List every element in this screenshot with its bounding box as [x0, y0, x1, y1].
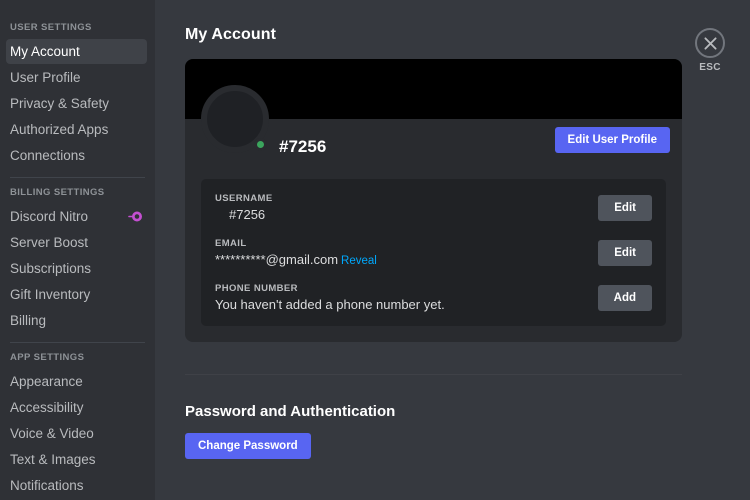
sidebar-item-label: Text & Images — [10, 451, 96, 467]
edit-username-button[interactable]: Edit — [598, 194, 652, 221]
sidebar-item-label: Accessibility — [10, 399, 84, 415]
sidebar-item-my-account[interactable]: My Account — [6, 39, 147, 64]
sidebar-item-label: Notifications — [10, 477, 84, 493]
page-title: My Account — [185, 26, 277, 43]
sidebar-divider — [10, 342, 145, 343]
sidebar-item-authorized-apps[interactable]: Authorized Apps — [6, 117, 147, 142]
close-icon[interactable] — [695, 28, 725, 58]
settings-main-content: My Account #7256 Edit User Profile USERN… — [155, 0, 750, 500]
sidebar-sections: USER SETTINGS My Account User Profile Priva… — [0, 22, 155, 498]
account-identity-row: #7256 Edit User Profile — [185, 85, 682, 175]
sidebar-item-appearance[interactable]: Appearance — [6, 369, 147, 394]
sidebar-item-privacy-safety[interactable]: Privacy & Safety — [6, 91, 147, 116]
add-phone-number-button[interactable]: Add — [597, 284, 652, 311]
sidebar-item-label: Server Boost — [10, 234, 89, 250]
account-field-value-wrap: You haven't added a phone number yet. — [215, 297, 445, 312]
account-field-value: You haven't added a phone number yet. — [215, 297, 445, 312]
sidebar-item-discord-nitro[interactable]: Discord Nitro — [6, 204, 147, 229]
account-field-info: PHONE NUMBER You haven't added a phone nu… — [215, 283, 445, 312]
account-field-row: EMAIL **********@gmail.com Reveal Edit — [215, 238, 652, 267]
account-field-label: USERNAME — [215, 193, 273, 204]
sidebar-item-label: Billing — [10, 312, 47, 328]
status-indicator-online — [254, 138, 267, 151]
nitro-wheel-icon — [127, 210, 143, 223]
sidebar-item-label: Authorized Apps — [10, 121, 109, 137]
account-fields-panel: USERNAME #7256 Edit EMAIL **********@gmail.c… — [201, 179, 666, 326]
sidebar-item-label: Gift Inventory — [10, 286, 91, 302]
sidebar-section-header: BILLING SETTINGS — [10, 187, 105, 198]
sidebar-item-server-boost[interactable]: Server Boost — [6, 230, 147, 255]
settings-window: USER SETTINGS My Account User Profile Priva… — [0, 0, 750, 500]
edit-email-button[interactable]: Edit — [598, 239, 652, 266]
sidebar-item-accessibility[interactable]: Accessibility — [6, 395, 147, 420]
sidebar-item-user-profile[interactable]: User Profile — [6, 65, 147, 90]
account-field-info: EMAIL **********@gmail.com Reveal — [215, 238, 377, 267]
sidebar-section-header: APP SETTINGS — [10, 352, 85, 363]
reveal-email-link[interactable]: Reveal — [341, 255, 377, 267]
sidebar-divider — [10, 177, 145, 178]
change-password-button[interactable]: Change Password — [185, 433, 311, 459]
sidebar-item-label: My Account — [10, 43, 80, 59]
sidebar-section-header: USER SETTINGS — [10, 22, 92, 33]
sidebar-item-gift-inventory[interactable]: Gift Inventory — [6, 282, 147, 307]
sidebar-item-label: Appearance — [10, 373, 83, 389]
section-divider — [185, 374, 682, 375]
account-field-row: PHONE NUMBER You haven't added a phone nu… — [215, 283, 652, 312]
edit-user-profile-button[interactable]: Edit User Profile — [554, 127, 670, 153]
account-field-label: EMAIL — [215, 238, 247, 249]
sidebar-item-label: Subscriptions — [10, 260, 92, 276]
account-field-label: PHONE NUMBER — [215, 283, 298, 294]
close-label: ESC — [699, 62, 721, 73]
sidebar-item-label: Discord Nitro — [10, 208, 89, 224]
sidebar-item-voice-video[interactable]: Voice & Video — [6, 421, 147, 446]
sidebar-item-subscriptions[interactable]: Subscriptions — [6, 256, 147, 281]
sidebar-item-label: Voice & Video — [10, 425, 94, 441]
settings-sidebar: USER SETTINGS My Account User Profile Priva… — [0, 0, 155, 500]
account-field-value: #7256 — [229, 207, 266, 222]
sidebar-item-label: Connections — [10, 147, 86, 163]
avatar[interactable] — [201, 85, 269, 153]
account-field-value-wrap: **********@gmail.com Reveal — [215, 252, 377, 267]
account-display-name: #7256 — [279, 137, 327, 156]
sidebar-item-label: User Profile — [10, 69, 81, 85]
sidebar-item-notifications[interactable]: Notifications — [6, 473, 147, 498]
close-settings-button[interactable]: ESC — [688, 28, 732, 73]
sidebar-item-billing[interactable]: Billing — [6, 308, 147, 333]
account-field-value-wrap: #7256 — [215, 207, 273, 222]
account-field-value: **********@gmail.com — [215, 252, 339, 267]
sidebar-item-label: Privacy & Safety — [10, 95, 110, 111]
account-field-info: USERNAME #7256 — [215, 193, 273, 222]
sidebar-item-text-images[interactable]: Text & Images — [6, 447, 147, 472]
account-card: #7256 Edit User Profile USERNAME #7256 Edi… — [185, 59, 682, 342]
sidebar-item-connections[interactable]: Connections — [6, 143, 147, 168]
account-field-row: USERNAME #7256 Edit — [215, 193, 652, 222]
password-section-title: Password and Authentication — [185, 403, 396, 420]
